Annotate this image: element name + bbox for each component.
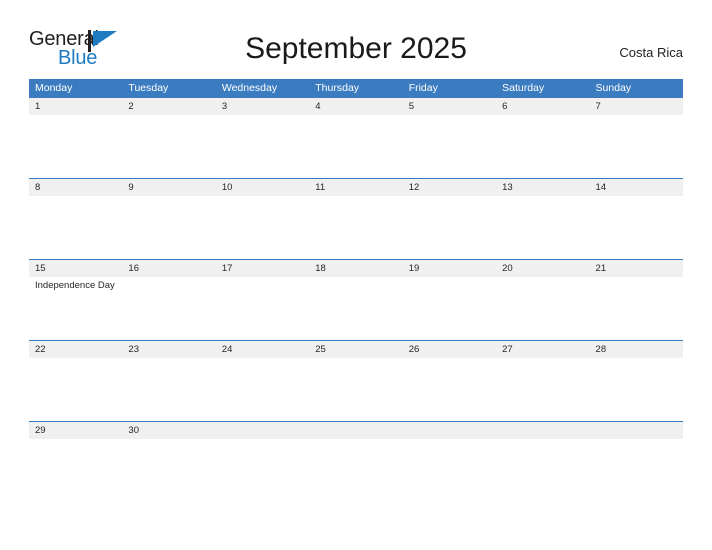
week-event-band [29,196,683,259]
day-event-independence-day: Independence Day [35,280,115,291]
day-number-11[interactable]: 11 [309,179,402,196]
day-number-9[interactable]: 9 [122,179,215,196]
day-number-29[interactable]: 29 [29,422,122,439]
day-cell-empty-4 [496,439,589,502]
day-number-4[interactable]: 4 [309,98,402,115]
day-number-23[interactable]: 23 [122,341,215,358]
week-event-band [29,358,683,421]
day-cell-5[interactable] [403,115,496,178]
day-number-empty-2 [309,422,402,439]
day-cell-9[interactable] [122,196,215,259]
week-event-band [29,115,683,178]
calendar-week-row: 8 9 10 11 12 13 14 [29,178,683,259]
day-cell-empty-3 [403,439,496,502]
day-cell-1[interactable] [29,115,122,178]
week-date-band: 15 16 17 18 19 20 21 [29,260,683,277]
day-cell-14[interactable] [590,196,683,259]
week-event-band: Independence Day [29,277,683,340]
day-number-25[interactable]: 25 [309,341,402,358]
day-cell-2[interactable] [122,115,215,178]
day-cell-empty-5 [590,439,683,502]
day-cell-28[interactable] [590,358,683,421]
day-number-6[interactable]: 6 [496,98,589,115]
day-number-15[interactable]: 15 [29,260,122,277]
weekday-header-friday: Friday [408,82,438,94]
day-number-empty-4 [496,422,589,439]
day-number-empty-5 [590,422,683,439]
day-number-5[interactable]: 5 [403,98,496,115]
day-number-7[interactable]: 7 [590,98,683,115]
weekday-header-wednesday: Wednesday [221,82,278,94]
day-number-3[interactable]: 3 [216,98,309,115]
day-number-17[interactable]: 17 [216,260,309,277]
day-number-16[interactable]: 16 [122,260,215,277]
weekday-header-monday: Monday [35,82,73,94]
weekday-header-row: Monday Tuesday Wednesday Thursday Friday… [29,79,683,97]
day-cell-13[interactable] [496,196,589,259]
calendar-week-row: 29 30 [29,421,683,502]
day-number-2[interactable]: 2 [122,98,215,115]
day-cell-3[interactable] [216,115,309,178]
day-number-12[interactable]: 12 [403,179,496,196]
day-number-27[interactable]: 27 [496,341,589,358]
week-date-band: 22 23 24 25 26 27 28 [29,341,683,358]
day-cell-23[interactable] [122,358,215,421]
weekday-header-saturday: Saturday [502,82,545,94]
day-number-empty-1 [216,422,309,439]
day-cell-29[interactable] [29,439,122,502]
day-number-20[interactable]: 20 [496,260,589,277]
day-number-21[interactable]: 21 [590,260,683,277]
day-cell-6[interactable] [496,115,589,178]
page-title: September 2025 [245,32,467,65]
day-cell-26[interactable] [403,358,496,421]
day-cell-empty-2 [309,439,402,502]
calendar-grid: Monday Tuesday Wednesday Thursday Friday… [29,79,683,502]
day-number-8[interactable]: 8 [29,179,122,196]
day-cell-12[interactable] [403,196,496,259]
calendar-week-row: 1 2 3 4 5 6 7 [29,97,683,178]
day-cell-30[interactable] [122,439,215,502]
day-number-10[interactable]: 10 [216,179,309,196]
day-cell-24[interactable] [216,358,309,421]
weekday-header-tuesday: Tuesday [128,82,169,94]
weekday-header-sunday: Sunday [595,82,632,94]
week-event-band [29,439,683,502]
day-number-26[interactable]: 26 [403,341,496,358]
day-number-24[interactable]: 24 [216,341,309,358]
day-cell-27[interactable] [496,358,589,421]
country-label: Costa Rica [619,45,683,60]
calendar-week-row: 22 23 24 25 26 27 28 [29,340,683,421]
day-number-13[interactable]: 13 [496,179,589,196]
day-cell-7[interactable] [590,115,683,178]
day-number-1[interactable]: 1 [29,98,122,115]
day-number-18[interactable]: 18 [309,260,402,277]
day-cell-11[interactable] [309,196,402,259]
day-cell-10[interactable] [216,196,309,259]
day-number-empty-3 [403,422,496,439]
day-number-30[interactable]: 30 [122,422,215,439]
day-cell-20[interactable] [496,277,589,340]
day-cell-18[interactable] [309,277,402,340]
page-header: General Blue September 2025 Costa Rica [0,0,712,76]
day-cell-16[interactable] [122,277,215,340]
week-date-band: 29 30 [29,422,683,439]
day-cell-15[interactable]: Independence Day [29,277,122,340]
day-cell-17[interactable] [216,277,309,340]
day-cell-4[interactable] [309,115,402,178]
day-cell-empty-1 [216,439,309,502]
calendar-week-row: 15 16 17 18 19 20 21 Independence Day [29,259,683,340]
week-date-band: 8 9 10 11 12 13 14 [29,179,683,196]
weekday-header-thursday: Thursday [315,82,360,94]
day-number-14[interactable]: 14 [590,179,683,196]
day-number-19[interactable]: 19 [403,260,496,277]
day-cell-22[interactable] [29,358,122,421]
week-date-band: 1 2 3 4 5 6 7 [29,98,683,115]
day-cell-8[interactable] [29,196,122,259]
day-cell-19[interactable] [403,277,496,340]
day-cell-25[interactable] [309,358,402,421]
day-number-22[interactable]: 22 [29,341,122,358]
day-cell-21[interactable] [590,277,683,340]
day-number-28[interactable]: 28 [590,341,683,358]
